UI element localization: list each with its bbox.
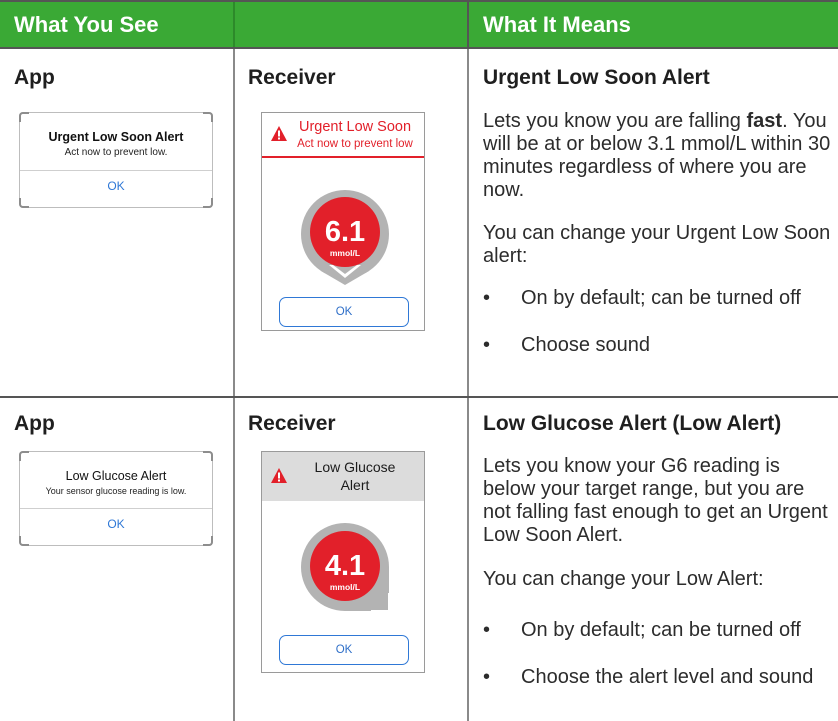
glucose-unit: mmol/L: [330, 248, 360, 258]
app-alert-message: Act now to prevent low.: [64, 147, 168, 158]
row2-description: Lets you know your G6 reading is below y…: [483, 455, 828, 546]
receiver-alert-title: Urgent Low Soon: [298, 119, 412, 135]
receiver-alert-title-line2: Alert: [340, 477, 370, 493]
receiver-alert-header: Urgent Low Soon Act now to prevent low: [262, 113, 424, 158]
receiver-alert-message: Act now to prevent low: [297, 138, 413, 150]
bullet-item: • On by default; can be turned off: [483, 619, 801, 641]
app-alert-dialog: Urgent Low Soon Alert Act now to prevent…: [19, 112, 213, 208]
app-alert-title: Urgent Low Soon Alert: [48, 130, 184, 144]
app-alert-message: Your sensor glucose reading is low.: [45, 486, 187, 496]
header-divider-2: [467, 2, 469, 47]
app-alert-ok-button[interactable]: OK: [20, 509, 212, 539]
glucose-value: 6.1: [325, 216, 365, 248]
column-divider-2: [467, 49, 469, 721]
app-alert-dialog: Low Glucose Alert Your sensor glucose re…: [19, 451, 213, 546]
emphasis-fast: fast: [746, 110, 783, 132]
table-header: What You See What It Means: [0, 0, 838, 49]
receiver-alert-title: Low Glucose: [314, 459, 396, 475]
receiver-screen: Low Glucose Alert 4.1 mmol/L OK: [261, 451, 425, 673]
app-alert-ok-button[interactable]: OK: [20, 171, 212, 201]
row-divider: [0, 396, 838, 398]
column-divider-1: [233, 49, 235, 721]
receiver-ok-button[interactable]: OK: [279, 297, 409, 327]
glucose-reading-gauge: 6.1 mmol/L: [301, 190, 389, 285]
row1-meaning-title: Urgent Low Soon Alert: [483, 66, 710, 89]
bullet-item: • Choose sound: [483, 334, 650, 356]
row1-description: Lets you know you are falling fast. You …: [483, 110, 831, 201]
app-alert-title: Low Glucose Alert: [65, 469, 167, 483]
warning-icon: [271, 126, 287, 141]
receiver-screen: Urgent Low Soon Act now to prevent low 6…: [261, 112, 425, 331]
row2-receiver-label: Receiver: [248, 412, 336, 435]
header-what-it-means: What It Means: [483, 12, 631, 37]
glucose-reading-gauge: 4.1 mmol/L: [301, 523, 390, 612]
receiver-ok-button[interactable]: OK: [279, 635, 409, 665]
bullet-item: • On by default; can be turned off: [483, 287, 801, 309]
row2-meaning-title: Low Glucose Alert (Low Alert): [483, 412, 782, 435]
receiver-alert-header: Low Glucose Alert: [262, 452, 424, 501]
glucose-value: 4.1: [325, 550, 365, 582]
glucose-unit: mmol/L: [330, 582, 360, 592]
row2-app-label: App: [14, 412, 55, 435]
row1-receiver-label: Receiver: [248, 66, 336, 89]
row1-change-note: You can change your Urgent Low Soon aler…: [483, 222, 831, 267]
header-what-you-see: What You See: [14, 12, 159, 37]
warning-icon: [271, 468, 287, 483]
header-divider-1: [233, 2, 235, 47]
row2-change-note: You can change your Low Alert:: [483, 568, 764, 590]
bullet-item: • Choose the alert level and sound: [483, 666, 814, 688]
row1-app-label: App: [14, 66, 55, 89]
